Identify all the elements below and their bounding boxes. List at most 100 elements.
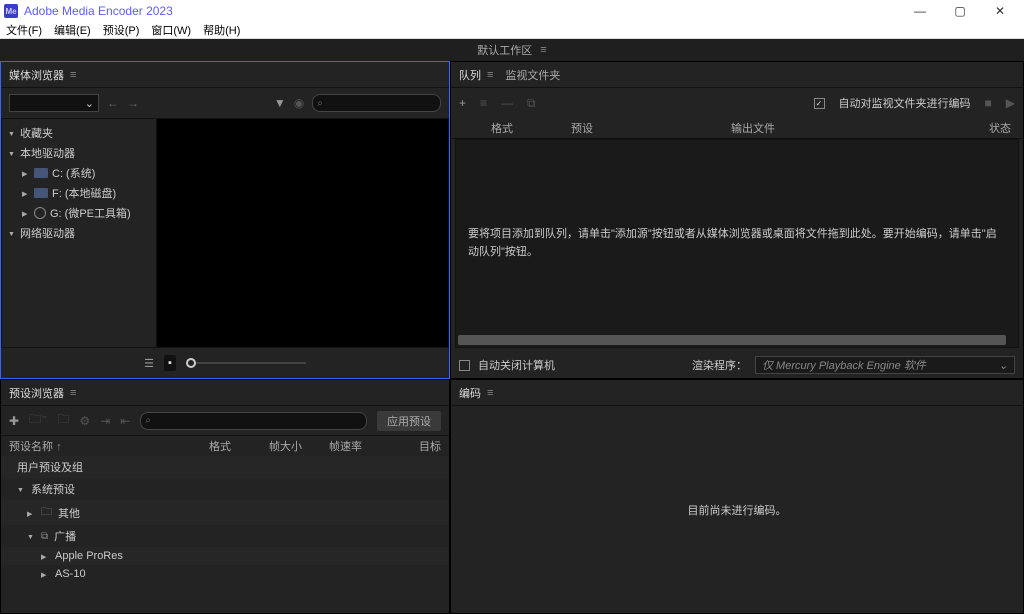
nav-forward-button[interactable]: → bbox=[127, 96, 139, 110]
workspace-bar: 默认工作区 bbox=[0, 39, 1024, 61]
preset-browser-panel: 预设浏览器 ✚ 🗀⁻ 🗀 ⚙ ⇥ ⇤ ⌕ 应用预设 预设名称 ↑ 格式 帧大小 … bbox=[0, 379, 450, 614]
media-preview-area bbox=[156, 118, 449, 348]
menu-help[interactable]: 帮助(H) bbox=[199, 22, 244, 38]
queue-bottom-bar: 自动关闭计算机 渲染程序： 仅 Mercury Playback Engine … bbox=[451, 352, 1023, 378]
col-preset: 预设 bbox=[571, 120, 731, 136]
tab-preset-browser[interactable]: 预设浏览器 bbox=[9, 385, 76, 401]
new-preset-button[interactable]: ✚ bbox=[9, 414, 19, 428]
col-frame-size[interactable]: 帧大小 bbox=[269, 438, 329, 454]
maximize-button[interactable]: ▢ bbox=[940, 0, 980, 22]
preset-columns: 预设名称 ↑ 格式 帧大小 帧速率 目标 bbox=[1, 436, 449, 456]
preset-row-prores[interactable]: Apple ProRes bbox=[1, 547, 449, 565]
list-view-icon[interactable]: ☰ bbox=[144, 357, 154, 370]
col-target[interactable]: 目标 bbox=[389, 438, 441, 454]
queue-panel: 队列 监视文件夹 + ≡ — ⧉ ✓ 自动对监视文件夹进行编码 ■ ▶ 格式 预… bbox=[450, 61, 1024, 379]
preset-row-other[interactable]: 其他 bbox=[1, 500, 449, 525]
media-tree: 收藏夹 本地驱动器 C: (系统) F: (本地磁盘) G: (微PE工具箱) … bbox=[1, 118, 156, 348]
drive-icon bbox=[34, 188, 48, 198]
duplicate-button[interactable]: ⧉ bbox=[527, 96, 536, 111]
media-browser-toolbar: ⌄ ← → ▼ ◉ ⌕ bbox=[1, 88, 449, 118]
media-browser-footer: ☰ ▪ bbox=[1, 348, 449, 378]
col-frame-rate[interactable]: 帧速率 bbox=[329, 438, 389, 454]
stop-button[interactable]: ■ bbox=[985, 96, 992, 110]
preset-toolbar: ✚ 🗀⁻ 🗀 ⚙ ⇥ ⇤ ⌕ 应用预设 bbox=[1, 406, 449, 436]
col-format[interactable]: 格式 bbox=[209, 438, 269, 454]
tree-drive-f[interactable]: F: (本地磁盘) bbox=[2, 183, 156, 203]
tree-local-drives[interactable]: 本地驱动器 bbox=[2, 143, 156, 163]
encoding-panel: 编码 目前尚未进行编码。 bbox=[450, 379, 1024, 614]
tree-network[interactable]: 网络驱动器 bbox=[2, 223, 156, 243]
apply-preset-button[interactable]: 应用预设 bbox=[377, 411, 441, 431]
preset-row-user[interactable]: 用户预设及组 bbox=[1, 456, 449, 478]
media-browser-panel: 媒体浏览器 ⌄ ← → ▼ ◉ ⌕ 收藏夹 本地驱动器 C: (系统) F: (… bbox=[0, 61, 450, 379]
preset-row-as10[interactable]: AS-10 bbox=[1, 565, 449, 583]
disc-icon bbox=[34, 207, 46, 219]
workspace-selector[interactable]: 默认工作区 bbox=[477, 42, 546, 58]
chevron-down-icon: ⌄ bbox=[85, 97, 94, 110]
queue-drop-text: 要将项目添加到队列，请单击"添加源"按钮或者从媒体浏览器或桌面将文件拖到此处。要… bbox=[468, 226, 1006, 261]
close-button[interactable]: ✕ bbox=[980, 0, 1020, 22]
panel-menu-icon[interactable] bbox=[487, 69, 493, 81]
hamburger-icon bbox=[540, 44, 546, 56]
search-input[interactable]: ⌕ bbox=[312, 94, 441, 112]
auto-shutdown-checkbox[interactable] bbox=[459, 360, 470, 371]
preset-row-system[interactable]: 系统预设 bbox=[1, 478, 449, 500]
new-group-button[interactable]: 🗀 bbox=[57, 410, 69, 431]
auto-shutdown-label: 自动关闭计算机 bbox=[478, 357, 555, 373]
menu-edit[interactable]: 编辑(E) bbox=[50, 22, 95, 38]
drive-icon bbox=[34, 168, 48, 178]
tree-drive-c[interactable]: C: (系统) bbox=[2, 163, 156, 183]
zoom-knob[interactable] bbox=[186, 358, 196, 368]
tree-favorites[interactable]: 收藏夹 bbox=[2, 123, 156, 143]
eye-icon[interactable]: ◉ bbox=[294, 96, 304, 110]
preset-row-broadcast[interactable]: 广播 bbox=[1, 525, 449, 547]
tree-drive-g[interactable]: G: (微PE工具箱) bbox=[2, 203, 156, 223]
menu-preset[interactable]: 预设(P) bbox=[99, 22, 144, 38]
tab-watch-folders[interactable]: 监视文件夹 bbox=[505, 67, 560, 83]
queue-drop-zone[interactable]: 要将项目添加到队列，请单击"添加源"按钮或者从媒体浏览器或桌面将文件拖到此处。要… bbox=[455, 139, 1019, 348]
app-title: Adobe Media Encoder 2023 bbox=[24, 4, 900, 18]
nav-back-button[interactable]: ← bbox=[107, 96, 119, 110]
filter-icon[interactable]: ▼ bbox=[274, 96, 286, 110]
workspace-label: 默认工作区 bbox=[477, 42, 532, 58]
preset-search-input[interactable]: ⌕ bbox=[140, 412, 367, 430]
col-format: 格式 bbox=[451, 120, 571, 136]
renderer-select[interactable]: 仅 Mercury Playback Engine 软件 ⌄ bbox=[755, 356, 1015, 374]
add-output-button[interactable]: ≡ bbox=[480, 96, 487, 110]
tab-encoding[interactable]: 编码 bbox=[459, 385, 493, 401]
app-icon: Me bbox=[4, 4, 18, 18]
start-queue-button[interactable]: ▶ bbox=[1006, 96, 1015, 110]
delete-preset-button[interactable]: 🗀⁻ bbox=[29, 410, 47, 431]
col-output: 输出文件 bbox=[731, 120, 931, 136]
add-source-button[interactable]: + bbox=[459, 96, 466, 110]
thumbnail-view-icon[interactable]: ▪ bbox=[164, 355, 176, 371]
panel-menu-icon[interactable] bbox=[487, 387, 493, 399]
title-bar: Me Adobe Media Encoder 2023 — ▢ ✕ bbox=[0, 0, 1024, 22]
panel-menu-icon[interactable] bbox=[70, 387, 76, 399]
tab-queue[interactable]: 队列 bbox=[459, 67, 493, 83]
encoding-status: 目前尚未进行编码。 bbox=[451, 406, 1023, 613]
path-dropdown[interactable]: ⌄ bbox=[9, 94, 99, 112]
menu-bar: 文件(F) 编辑(E) 预设(P) 窗口(W) 帮助(H) bbox=[0, 22, 1024, 39]
panel-menu-icon[interactable] bbox=[70, 69, 76, 81]
auto-encode-checkbox[interactable]: ✓ bbox=[814, 98, 825, 109]
settings-button[interactable]: ⚙ bbox=[79, 414, 90, 428]
horizontal-scrollbar[interactable] bbox=[458, 335, 1006, 345]
col-name[interactable]: 预设名称 ↑ bbox=[9, 438, 209, 454]
queue-columns: 格式 预设 输出文件 状态 bbox=[451, 118, 1023, 139]
renderer-label: 渲染程序： bbox=[692, 357, 747, 373]
export-button[interactable]: ⇤ bbox=[120, 414, 130, 428]
preset-list: 用户预设及组 系统预设 其他 广播 Apple ProRes AS-10 bbox=[1, 456, 449, 613]
zoom-slider[interactable] bbox=[186, 358, 306, 368]
tab-media-browser[interactable]: 媒体浏览器 bbox=[9, 67, 76, 83]
remove-button[interactable]: — bbox=[501, 96, 513, 110]
minimize-button[interactable]: — bbox=[900, 0, 940, 22]
import-button[interactable]: ⇥ bbox=[100, 414, 110, 428]
col-status: 状态 bbox=[931, 120, 1023, 136]
folder-icon bbox=[41, 503, 52, 522]
menu-window[interactable]: 窗口(W) bbox=[147, 22, 195, 38]
chevron-down-icon: ⌄ bbox=[999, 359, 1008, 372]
menu-file[interactable]: 文件(F) bbox=[2, 22, 46, 38]
broadcast-icon bbox=[41, 530, 48, 542]
queue-toolbar: + ≡ — ⧉ ✓ 自动对监视文件夹进行编码 ■ ▶ bbox=[451, 88, 1023, 118]
